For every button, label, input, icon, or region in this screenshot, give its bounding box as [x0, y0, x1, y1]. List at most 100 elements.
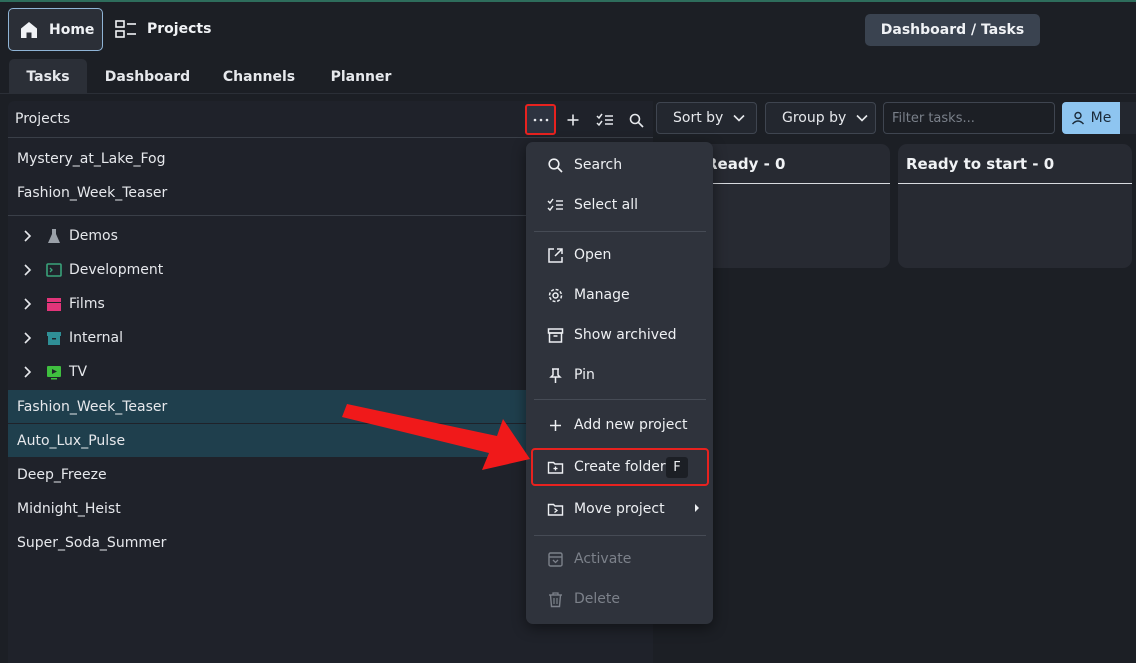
- menu-separator: [534, 535, 706, 536]
- filter-tasks-input[interactable]: [883, 102, 1055, 134]
- projects-button[interactable]: Projects: [115, 12, 211, 46]
- me-filter-button[interactable]: Me: [1062, 102, 1120, 134]
- tab-dashboard[interactable]: Dashboard: [100, 59, 195, 94]
- project-options-menu: Search Select all Open Manage Show archi…: [526, 142, 713, 624]
- users-filter-button[interactable]: [1120, 102, 1136, 134]
- flask-icon: [48, 229, 60, 243]
- folder-label: Development: [69, 262, 164, 278]
- search-icon: [629, 113, 644, 128]
- pin-icon: [549, 368, 562, 383]
- menu-item-label: Activate: [574, 551, 632, 567]
- menu-item-label: Delete: [574, 591, 620, 607]
- projects-panel-header: Projects: [8, 101, 653, 138]
- tab-channels[interactable]: Channels: [215, 59, 303, 94]
- search-projects-button[interactable]: [621, 105, 651, 135]
- menu-item-label: Open: [574, 247, 612, 263]
- chevron-right-icon[interactable]: [22, 297, 32, 311]
- dashboard-tasks-label: Dashboard / Tasks: [880, 22, 1025, 38]
- gear-icon: [548, 288, 563, 303]
- folder-label: Films: [69, 296, 105, 312]
- menu-item-activate: Activate: [534, 542, 706, 576]
- project-label: Fashion_Week_Teaser: [17, 184, 168, 201]
- user-icon: [1071, 111, 1084, 125]
- archive-icon: [547, 328, 564, 343]
- home-label: Home: [49, 21, 95, 38]
- menu-item-show-archived[interactable]: Show archived: [534, 318, 706, 352]
- project-label: Super_Soda_Summer: [17, 534, 167, 551]
- menu-item-add-new-project[interactable]: Add new project: [534, 408, 706, 442]
- unarchive-icon: [548, 552, 563, 567]
- sort-by-button[interactable]: Sort by: [656, 102, 757, 134]
- menu-item-select-all[interactable]: Select all: [534, 188, 706, 222]
- menu-item-open[interactable]: Open: [534, 238, 706, 272]
- archive-icon: [47, 332, 61, 345]
- add-project-button[interactable]: [558, 105, 588, 135]
- menu-item-manage[interactable]: Manage: [534, 278, 706, 312]
- tab-label: Tasks: [26, 68, 70, 85]
- checklist-icon: [596, 113, 613, 127]
- layout-icon: [115, 20, 136, 38]
- top-bar: Home Projects Dashboard / Tasks: [0, 2, 1136, 58]
- folder-label: Internal: [69, 330, 123, 346]
- folder-plus-icon: [547, 461, 564, 474]
- menu-item-pin[interactable]: Pin: [534, 358, 706, 392]
- project-label: Midnight_Heist: [17, 500, 121, 517]
- menu-item-label: Manage: [574, 287, 630, 303]
- tv-play-icon: [47, 366, 61, 380]
- checklist-icon: [547, 198, 563, 212]
- project-label: Auto_Lux_Pulse: [17, 432, 126, 449]
- menu-item-label: Show archived: [574, 327, 677, 343]
- menu-item-label: Pin: [574, 367, 595, 383]
- menu-item-label: Create folder: [574, 459, 666, 475]
- column-title: Ready to start - 0: [898, 144, 1132, 184]
- menu-item-label: Add new project: [574, 417, 688, 433]
- folder-label: Demos: [69, 228, 118, 244]
- search-icon: [548, 158, 563, 173]
- project-label: Mystery_at_Lake_Fog: [17, 150, 166, 167]
- clapperboard-icon: [47, 298, 61, 311]
- folder-label: TV: [69, 364, 88, 380]
- menu-item-search[interactable]: Search: [534, 148, 706, 182]
- chevron-right-icon[interactable]: [22, 229, 32, 243]
- group-by-label: Group by: [782, 110, 847, 126]
- menu-item-label: Search: [574, 157, 623, 173]
- tab-label: Channels: [222, 68, 296, 85]
- chevron-right-icon[interactable]: [22, 365, 32, 379]
- keyboard-shortcut-badge: F: [666, 457, 688, 478]
- chevron-down-icon: [733, 114, 745, 122]
- home-icon: [21, 21, 37, 38]
- open-external-icon: [548, 248, 563, 263]
- projects-label: Projects: [147, 21, 212, 37]
- home-button[interactable]: Home: [8, 8, 103, 51]
- plus-icon: [550, 420, 561, 431]
- tab-label: Planner: [330, 68, 392, 85]
- sort-by-label: Sort by: [673, 110, 724, 126]
- tab-label: Dashboard: [104, 68, 191, 85]
- select-all-button[interactable]: [590, 105, 620, 135]
- more-options-button[interactable]: [525, 104, 556, 135]
- chevron-down-icon: [856, 114, 868, 122]
- menu-item-move-project[interactable]: Move project: [534, 492, 706, 526]
- project-label: Fashion_Week_Teaser: [17, 398, 168, 415]
- trash-icon: [549, 592, 562, 608]
- tab-tasks[interactable]: Tasks: [9, 59, 87, 94]
- tab-planner[interactable]: Planner: [322, 59, 400, 94]
- menu-item-label: Select all: [574, 197, 638, 213]
- me-label: Me: [1090, 110, 1112, 126]
- ellipsis-icon: [533, 118, 548, 121]
- caret-right-icon: [695, 504, 699, 512]
- group-by-button[interactable]: Group by: [765, 102, 876, 134]
- menu-item-delete: Delete: [534, 582, 706, 616]
- plus-icon: [567, 114, 579, 126]
- menu-item-create-folder[interactable]: Create folder F: [531, 448, 709, 486]
- projects-panel-title: Projects: [15, 111, 71, 127]
- menu-item-label: Move project: [574, 501, 665, 517]
- chevron-right-icon[interactable]: [22, 331, 32, 345]
- tab-bar: Tasks Dashboard Channels Planner: [0, 58, 1136, 94]
- project-label: Deep_Freeze: [17, 466, 107, 483]
- terminal-icon: [46, 263, 62, 277]
- tab-divider: [0, 93, 1136, 94]
- dashboard-tasks-button[interactable]: Dashboard / Tasks: [865, 14, 1040, 46]
- chevron-right-icon[interactable]: [22, 263, 32, 277]
- column-ready-to-start: Ready to start - 0: [898, 144, 1132, 268]
